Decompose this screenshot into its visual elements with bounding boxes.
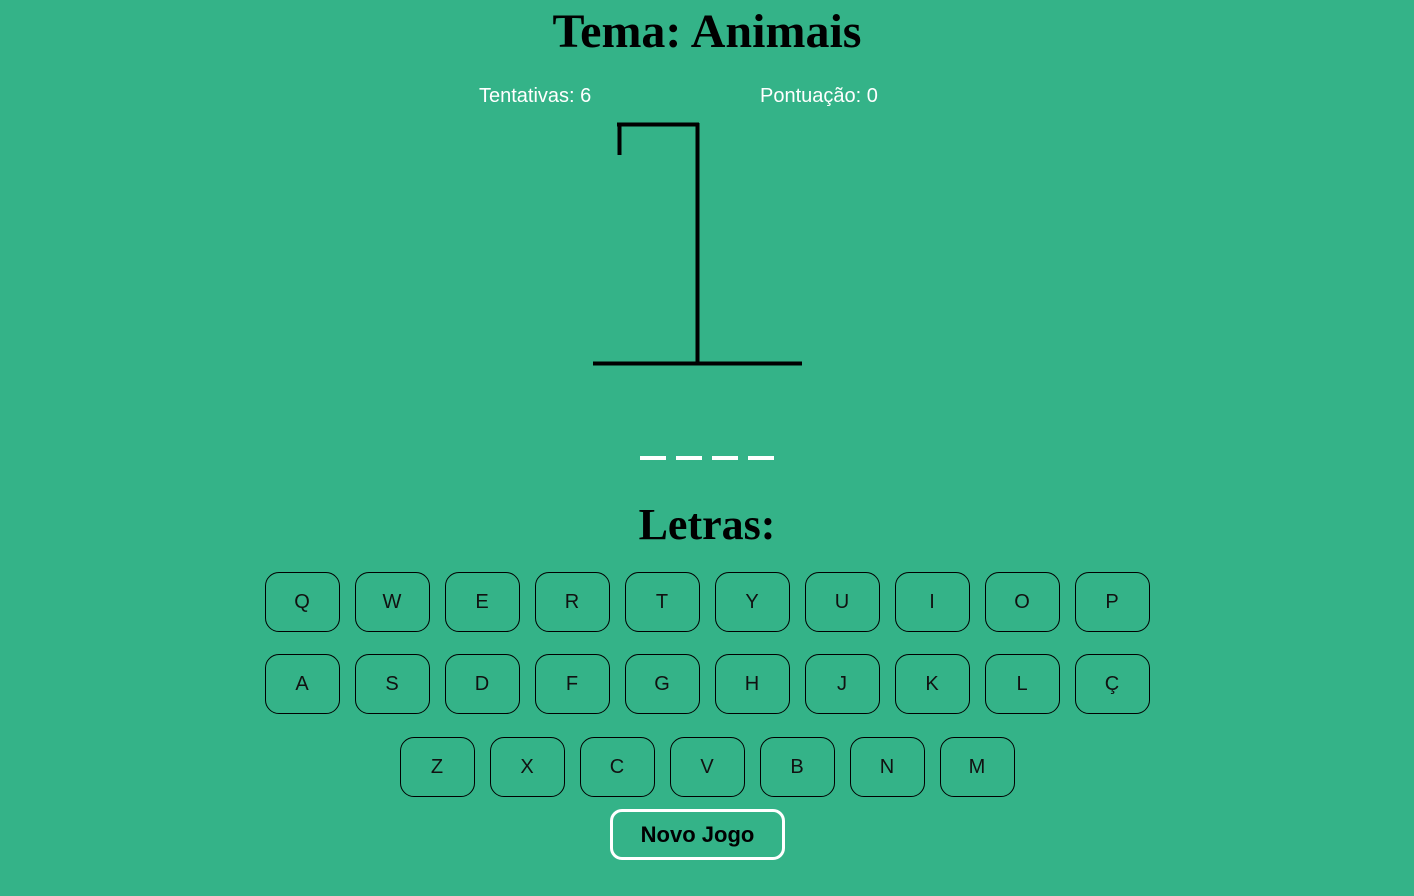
key-i[interactable]: I bbox=[894, 572, 970, 632]
key-g[interactable]: G bbox=[624, 654, 700, 714]
key-l[interactable]: L bbox=[984, 654, 1060, 714]
hidden-word bbox=[0, 436, 1414, 460]
key-u[interactable]: U bbox=[804, 572, 880, 632]
key-b[interactable]: B bbox=[759, 737, 835, 797]
key-h[interactable]: H bbox=[714, 654, 790, 714]
keyboard-row-3: Z X C V B N M bbox=[0, 737, 1414, 797]
key-t[interactable]: T bbox=[624, 572, 700, 632]
key-y[interactable]: Y bbox=[714, 572, 790, 632]
key-k[interactable]: K bbox=[894, 654, 970, 714]
letters-heading: Letras: bbox=[638, 500, 776, 549]
page-title: Tema: Animais bbox=[552, 5, 862, 58]
key-o[interactable]: O bbox=[984, 572, 1060, 632]
keyboard-row-1: Q W E R T Y U I O P bbox=[0, 572, 1414, 632]
letter-blank bbox=[640, 436, 666, 460]
key-v[interactable]: V bbox=[669, 737, 745, 797]
key-w[interactable]: W bbox=[354, 572, 430, 632]
key-z[interactable]: Z bbox=[399, 737, 475, 797]
key-n[interactable]: N bbox=[849, 737, 925, 797]
key-d[interactable]: D bbox=[444, 654, 520, 714]
key-j[interactable]: J bbox=[804, 654, 880, 714]
key-p[interactable]: P bbox=[1074, 572, 1150, 632]
key-a[interactable]: A bbox=[264, 654, 340, 714]
key-c-cedilla[interactable]: Ç bbox=[1074, 654, 1150, 714]
key-f[interactable]: F bbox=[534, 654, 610, 714]
key-s[interactable]: S bbox=[354, 654, 430, 714]
keyboard-row-2: A S D F G H J K L Ç bbox=[0, 654, 1414, 714]
key-x[interactable]: X bbox=[489, 737, 565, 797]
score-counter: Pontuação: 0 bbox=[760, 85, 878, 107]
attempts-counter: Tentativas: 6 bbox=[479, 85, 592, 107]
key-q[interactable]: Q bbox=[264, 572, 340, 632]
letter-blank bbox=[748, 436, 774, 460]
key-r[interactable]: R bbox=[534, 572, 610, 632]
letter-blank bbox=[712, 436, 738, 460]
key-e[interactable]: E bbox=[444, 572, 520, 632]
key-c[interactable]: C bbox=[579, 737, 655, 797]
key-m[interactable]: M bbox=[939, 737, 1015, 797]
letter-blank bbox=[676, 436, 702, 460]
new-game-button[interactable]: Novo Jogo bbox=[610, 809, 785, 860]
